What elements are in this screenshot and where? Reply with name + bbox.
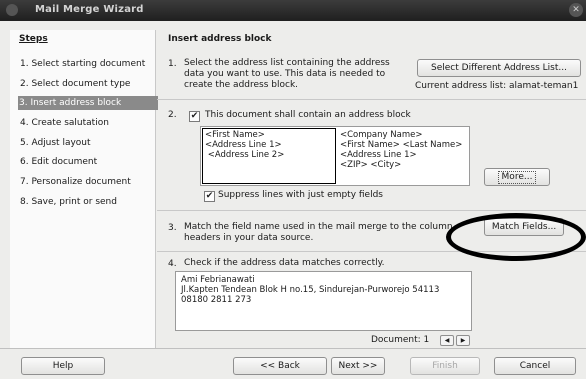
preview-line2: Jl.Kapten Tendean Blok H no.15, Sindurej… <box>181 285 440 295</box>
sidebar-item-adjust-layout[interactable]: 5. Adjust layout <box>19 136 154 150</box>
step4-text: Check if the address data matches correc… <box>184 258 385 268</box>
steps-heading: Steps <box>19 34 48 44</box>
mail-merge-wizard-window: Mail Merge Wizard ✕ Steps 1. Select star… <box>0 0 586 379</box>
finish-button[interactable]: Finish <box>410 357 480 375</box>
page-title: Insert address block <box>168 34 272 44</box>
match-fields-button[interactable]: Match Fields... <box>484 218 564 236</box>
block-b-line3: <Address Line 1> <box>340 150 417 160</box>
sidebar-item-select-starting-document[interactable]: 1. Select starting document <box>19 57 154 71</box>
sidebar-item-create-salutation[interactable]: 4. Create salutation <box>19 116 154 130</box>
preview-line1: Ami Febrianawati <box>181 275 255 285</box>
help-button[interactable]: Help <box>21 357 105 375</box>
step1-line1: Select the address list containing the a… <box>184 58 390 68</box>
button-bar: Help << Back Next >> Finish Cancel <box>0 348 586 379</box>
block-b-line2: <First Name> <Last Name> <box>340 140 463 150</box>
cancel-button[interactable]: Cancel <box>494 357 576 375</box>
block-a-line2: <Address Line 1> <box>205 140 282 150</box>
next-document-button[interactable]: ▶ <box>456 335 470 346</box>
sidebar-item-edit-document[interactable]: 6. Edit document <box>19 155 154 169</box>
step1-number: 1. <box>168 59 177 69</box>
suppress-empty-lines-label[interactable]: Suppress lines with just empty fields <box>218 190 383 201</box>
step3-line2: headers in your data source. <box>184 233 314 243</box>
sidebar-item-insert-address-block[interactable]: 3. Insert address block <box>18 96 158 110</box>
sidebar-item-save-print-send[interactable]: 8. Save, print or send <box>19 195 154 209</box>
close-icon[interactable]: ✕ <box>569 3 583 17</box>
more-button[interactable]: More... <box>484 168 550 186</box>
sidebar-item-select-document-type[interactable]: 2. Select document type <box>19 77 154 91</box>
current-address-list: Current address list: alamat-teman1 <box>415 81 579 91</box>
block-a-line3: <Address Line 2> <box>205 150 285 160</box>
step3-number: 3. <box>168 223 177 233</box>
step1-line3: create the address block. <box>184 80 299 90</box>
sidebar-item-personalize-document[interactable]: 7. Personalize document <box>19 175 154 189</box>
window-menu-icon[interactable] <box>6 4 18 16</box>
divider <box>157 99 586 100</box>
address-block-list[interactable]: <First Name> <Address Line 1> <Address L… <box>200 126 470 186</box>
previous-document-button[interactable]: ◀ <box>440 335 454 346</box>
address-block-checkbox-label[interactable]: This document shall contain an address b… <box>205 110 411 121</box>
step3-line1: Match the field name used in the mail me… <box>184 222 453 232</box>
steps-sidebar: Steps 1. Select starting document 2. Sel… <box>10 30 158 348</box>
divider <box>157 210 586 211</box>
document-counter: Document: 1 <box>371 335 430 345</box>
address-preview: Ami Febrianawati Jl.Kapten Tendean Blok … <box>175 271 472 331</box>
block-a-line1: <First Name> <box>205 130 265 140</box>
suppress-empty-lines-checkbox[interactable]: ✔ <box>204 191 215 202</box>
address-block-checkbox[interactable]: ✔ <box>189 111 200 122</box>
step1-line2: data you want to use. This data is neede… <box>184 69 386 79</box>
next-button[interactable]: Next >> <box>331 357 385 375</box>
title-bar: Mail Merge Wizard ✕ <box>0 0 586 21</box>
block-b-line4: <ZIP> <City> <box>340 160 402 170</box>
block-b-line1: <Company Name> <box>340 130 423 140</box>
back-button[interactable]: << Back <box>233 357 327 375</box>
step2-number: 2. <box>168 110 177 120</box>
divider <box>157 251 586 252</box>
wizard-page: Insert address block 1. Select the addre… <box>157 30 586 348</box>
window-title: Mail Merge Wizard <box>35 4 144 15</box>
select-different-address-list-button[interactable]: Select Different Address List... <box>417 59 581 77</box>
step4-number: 4. <box>168 259 177 269</box>
preview-line3: 08180 2811 273 <box>181 295 252 305</box>
